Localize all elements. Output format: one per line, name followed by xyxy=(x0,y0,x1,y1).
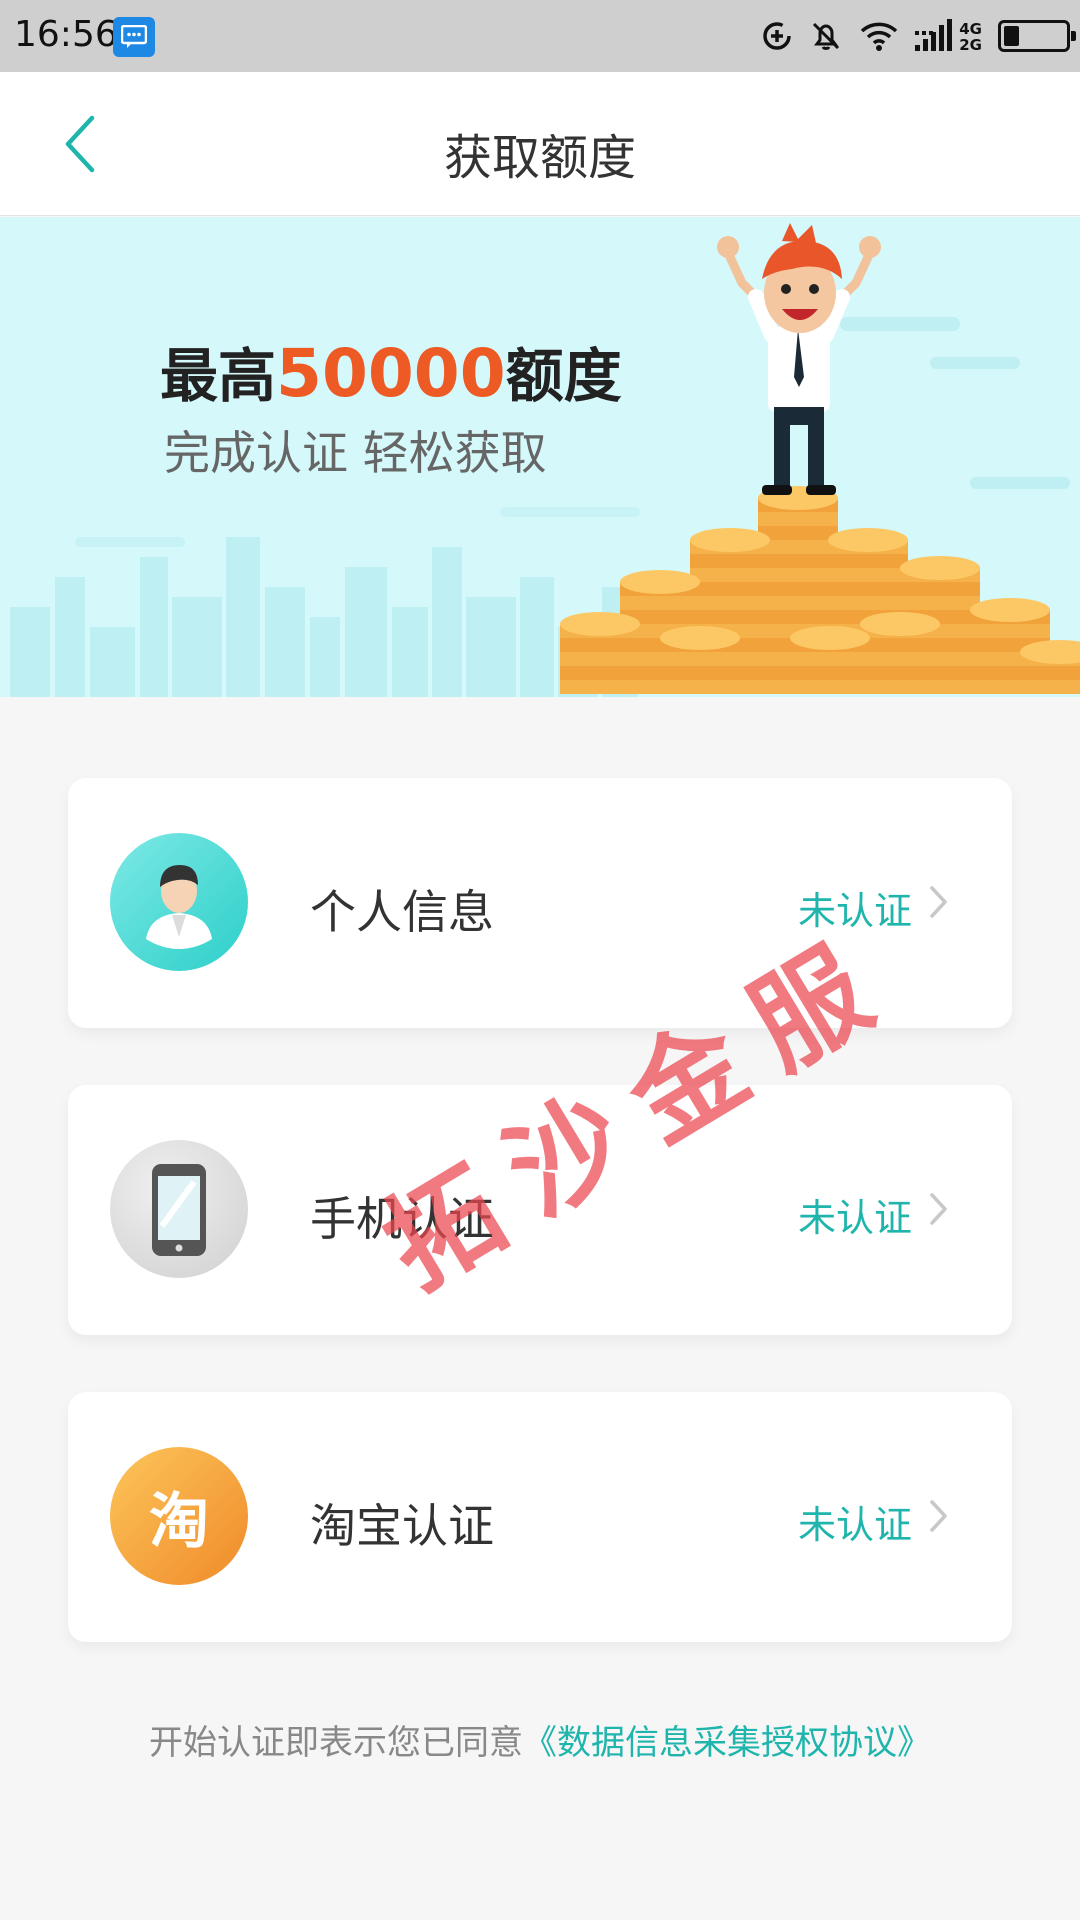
taobao-icon-text: 淘 xyxy=(149,1486,209,1557)
status-bar: 16:56 4G 2G xyxy=(0,0,1080,72)
wifi-icon xyxy=(861,22,898,51)
battery-level xyxy=(1004,26,1019,46)
message-notification-icon xyxy=(113,17,155,57)
taobao-verification-card[interactable]: 淘 淘宝认证 未认证 xyxy=(68,1392,1012,1642)
promo-banner: 最高50000额度 完成认证 轻松获取 xyxy=(0,217,1080,697)
chevron-right-icon xyxy=(930,886,947,918)
taobao-icon: 淘 xyxy=(110,1447,248,1585)
chevron-right-icon xyxy=(930,1193,947,1225)
banner-prefix: 最高 xyxy=(160,342,277,410)
navigation-header: 获取额度 xyxy=(0,72,1080,216)
data-saver-icon xyxy=(763,22,791,50)
verification-status: 未认证 xyxy=(798,1503,913,1547)
network-label-2g: 2G xyxy=(959,36,982,54)
person-avatar-icon xyxy=(110,833,248,971)
card-title: 个人信息 xyxy=(310,885,494,939)
mobile-phone-icon xyxy=(110,1140,248,1278)
page-title: 获取额度 xyxy=(443,130,636,186)
card-title: 淘宝认证 xyxy=(310,1499,494,1553)
agreement-link[interactable]: 《数据信息采集授权协议》 xyxy=(523,1723,931,1763)
agreement-notice: 开始认证即表示您已同意《数据信息采集授权协议》 xyxy=(0,1715,1080,1764)
chevron-right-icon xyxy=(930,1500,947,1532)
coins-and-man-illustration xyxy=(560,223,1080,694)
bell-off-icon xyxy=(813,22,840,50)
status-time: 16:56 xyxy=(14,14,118,55)
credit-amount: 50000 xyxy=(276,335,506,412)
agreement-text: 开始认证即表示您已同意 xyxy=(149,1723,523,1763)
banner-headline: 最高50000额度 xyxy=(160,329,622,413)
signal-icon: 4G 2G xyxy=(915,19,982,53)
battery-icon xyxy=(998,20,1076,52)
network-label-4g: 4G xyxy=(959,20,982,38)
banner-subtitle: 完成认证 轻松获取 xyxy=(164,426,547,480)
verification-status: 未认证 xyxy=(798,1196,913,1240)
